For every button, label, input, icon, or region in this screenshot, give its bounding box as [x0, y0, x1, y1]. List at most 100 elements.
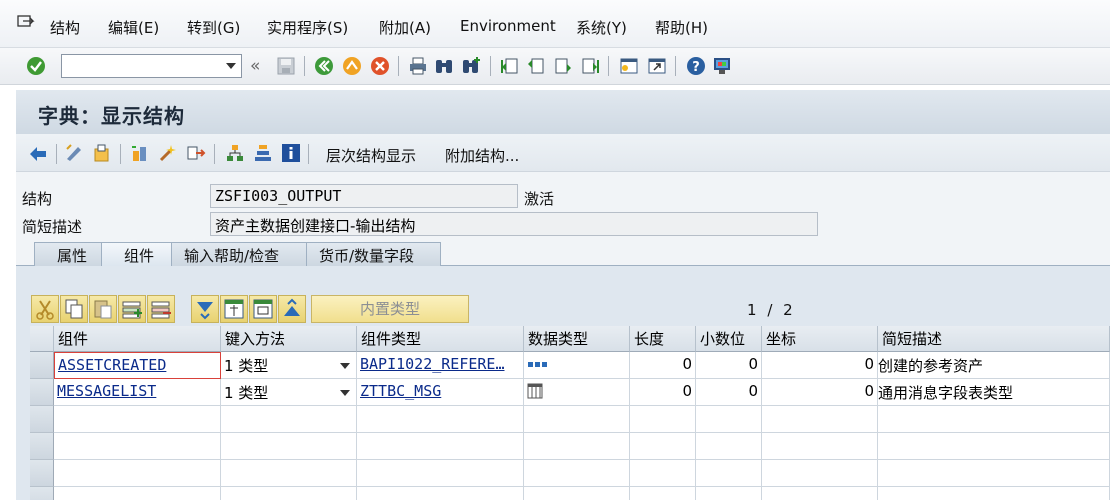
create-session-icon[interactable] [619, 56, 639, 76]
chevron-down-icon[interactable] [340, 390, 350, 396]
table-cell-empty[interactable] [696, 433, 762, 460]
row-selector[interactable] [30, 352, 54, 379]
table-cell-empty[interactable] [630, 406, 696, 433]
row-selector[interactable] [30, 379, 54, 406]
table-cell-empty[interactable] [762, 406, 878, 433]
component-link[interactable]: MESSAGELIST [57, 382, 156, 400]
menu-icon[interactable] [17, 15, 35, 31]
row-selector[interactable] [30, 406, 54, 433]
help-icon[interactable]: ? [686, 56, 706, 76]
command-field[interactable] [61, 54, 242, 78]
next-page-icon[interactable] [553, 56, 573, 76]
row-selector[interactable] [30, 487, 54, 500]
copy-button[interactable] [60, 295, 88, 323]
table-cell-empty[interactable] [762, 487, 878, 500]
menu-goto[interactable]: 转到(G) [187, 17, 240, 38]
column-header-length[interactable]: 长度 [630, 326, 696, 352]
collapse-button[interactable] [278, 295, 306, 323]
table-cell-empty[interactable] [221, 487, 357, 500]
column-header-data-type[interactable]: 数据类型 [524, 326, 630, 352]
short-description-field[interactable]: 资产主数据创建接口-输出结构 [210, 212, 818, 236]
shortcut-icon[interactable] [647, 56, 667, 76]
column-header-component-type[interactable]: 组件类型 [357, 326, 524, 352]
prev-page-icon[interactable] [526, 56, 546, 76]
menu-system[interactable]: 系统(Y) [576, 17, 627, 38]
menu-edit[interactable]: 编辑(E) [108, 17, 159, 38]
structure-field[interactable]: ZSFI003_OUTPUT [210, 184, 518, 208]
other-object-icon[interactable] [92, 143, 112, 163]
menu-environment[interactable]: Environment [460, 17, 556, 35]
cancel-icon[interactable] [370, 56, 390, 76]
tab-attributes[interactable]: 属性 [34, 242, 102, 266]
tab-currency-quantity[interactable]: 货币/数量字段 [306, 242, 441, 266]
menu-utilities[interactable]: 实用程序(S) [267, 17, 348, 38]
info-icon[interactable] [281, 143, 301, 163]
column-header-typing-method[interactable]: 键入方法 [221, 326, 357, 352]
table-cell-typing[interactable]: 1 类型 [221, 352, 357, 379]
table-cell-empty[interactable] [524, 460, 630, 487]
table-cell-empty[interactable] [524, 406, 630, 433]
save-icon[interactable] [276, 56, 296, 76]
search-help-button[interactable] [220, 295, 248, 323]
table-cell-empty[interactable] [221, 406, 357, 433]
table-cell-empty[interactable] [54, 433, 221, 460]
table-cell-empty[interactable] [357, 433, 524, 460]
print-icon[interactable] [408, 56, 428, 76]
column-header-component[interactable]: 组件 [54, 326, 221, 352]
table-cell-empty[interactable] [878, 406, 1110, 433]
table-cell-component[interactable]: MESSAGELIST [54, 379, 221, 406]
back-arrow-icon[interactable] [28, 144, 48, 164]
find-icon[interactable] [434, 56, 454, 76]
paste-button[interactable] [89, 295, 117, 323]
tab-components[interactable]: 组件 [101, 242, 172, 266]
table-cell-component-type[interactable]: ZTTBC_MSG [357, 379, 524, 406]
table-cell-empty[interactable] [221, 460, 357, 487]
enter-check-icon[interactable] [26, 56, 46, 76]
table-cell-empty[interactable] [357, 406, 524, 433]
table-cell-empty[interactable] [54, 460, 221, 487]
column-header-coordinate[interactable]: 坐标 [762, 326, 878, 352]
table-layout-button[interactable] [249, 295, 277, 323]
tab-input-help[interactable]: 输入帮助/检查 [171, 242, 307, 266]
select-all-corner[interactable] [30, 326, 54, 352]
row-selector[interactable] [30, 460, 54, 487]
table-cell-empty[interactable] [524, 433, 630, 460]
menu-extras[interactable]: 附加(A) [379, 17, 431, 38]
table-cell-empty[interactable] [696, 406, 762, 433]
builtin-type-button[interactable]: 内置类型 [311, 295, 469, 323]
table-cell-empty[interactable] [762, 433, 878, 460]
collapse-icon[interactable]: « [250, 56, 260, 76]
chevron-down-icon[interactable] [226, 63, 236, 69]
table-cell-component[interactable]: ASSETCREATED [54, 352, 221, 379]
table-cell-empty[interactable] [630, 487, 696, 500]
first-page-icon[interactable] [500, 56, 520, 76]
check-object-icon[interactable] [130, 143, 150, 163]
table-cell-empty[interactable] [221, 433, 357, 460]
component-link[interactable]: ASSETCREATED [58, 356, 166, 374]
table-cell-empty[interactable] [357, 487, 524, 500]
delete-row-button[interactable] [147, 295, 175, 323]
test-icon[interactable] [186, 143, 206, 163]
menu-help[interactable]: 帮助(H) [655, 17, 708, 38]
table-cell-empty[interactable] [696, 460, 762, 487]
layout-icon[interactable] [712, 56, 732, 76]
table-cell-empty[interactable] [878, 487, 1110, 500]
table-cell-empty[interactable] [54, 487, 221, 500]
find-next-icon[interactable] [462, 56, 482, 76]
exit-icon[interactable] [342, 56, 362, 76]
table-cell-typing[interactable]: 1 类型 [221, 379, 357, 406]
column-header-decimals[interactable]: 小数位 [696, 326, 762, 352]
cut-button[interactable] [31, 295, 59, 323]
activate-icon[interactable] [158, 143, 178, 163]
hierarchy-display-button[interactable]: 层次结构显示 [326, 145, 416, 166]
append-structure-button[interactable]: 附加结构... [445, 145, 519, 166]
table-cell-empty[interactable] [630, 433, 696, 460]
component-type-link[interactable]: BAPI1022_REFERE… [360, 355, 505, 373]
table-cell-empty[interactable] [357, 460, 524, 487]
last-page-icon[interactable] [580, 56, 600, 76]
table-cell-empty[interactable] [630, 460, 696, 487]
insert-row-button[interactable] [118, 295, 146, 323]
menu-structure[interactable]: 结构 [50, 17, 80, 38]
details-button[interactable] [191, 295, 219, 323]
row-selector[interactable] [30, 433, 54, 460]
